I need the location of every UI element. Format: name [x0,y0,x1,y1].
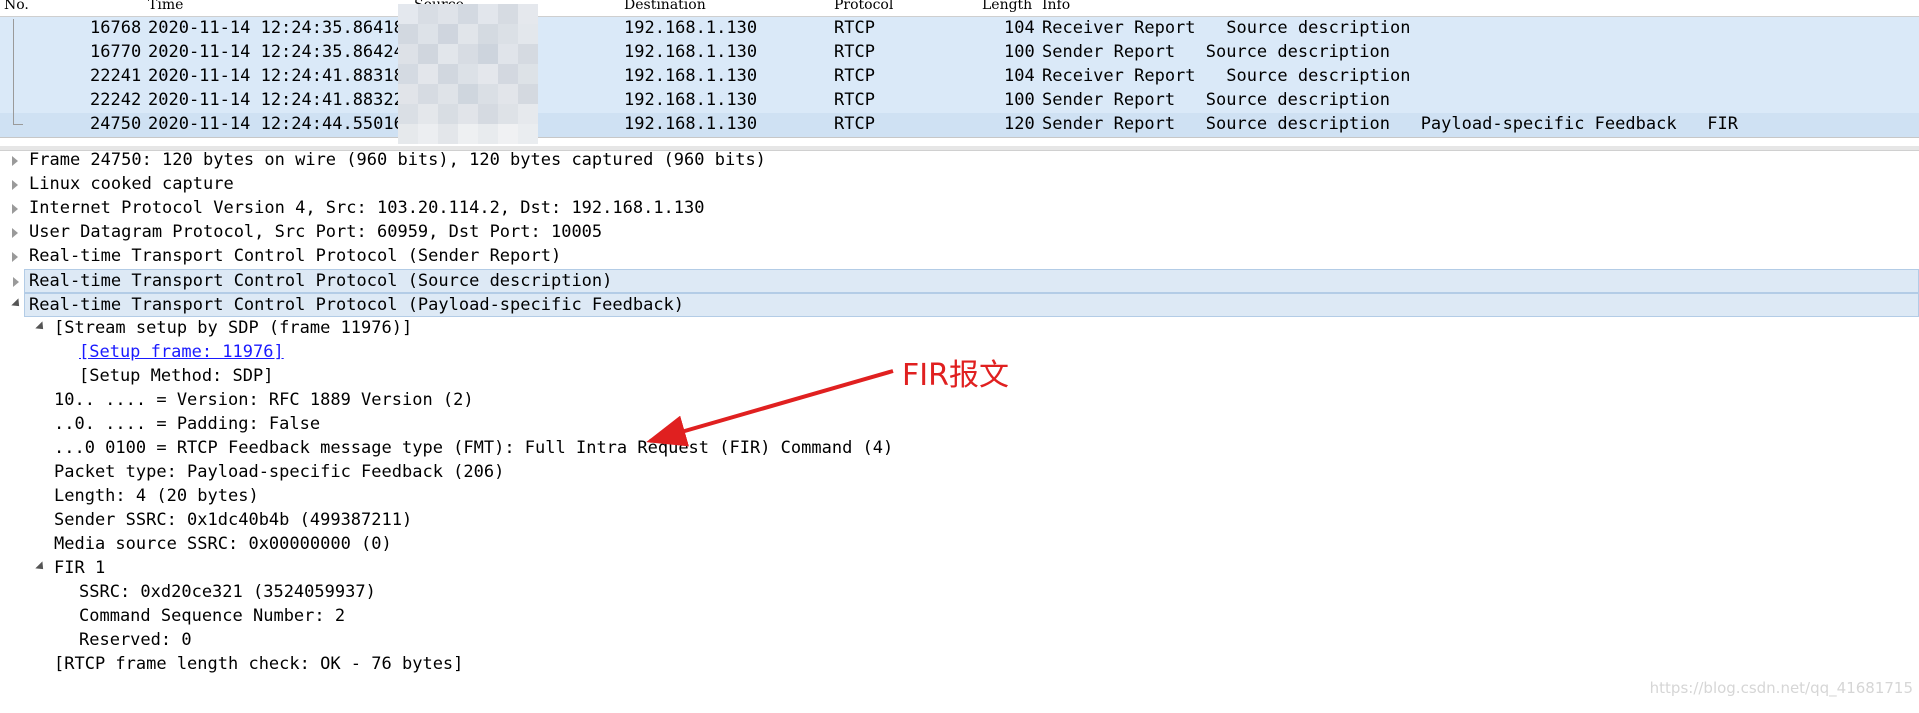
watermark: https://blog.csdn.net/qq_41681715 [1649,679,1913,697]
annotation-label: FIR报文 [902,358,1009,393]
